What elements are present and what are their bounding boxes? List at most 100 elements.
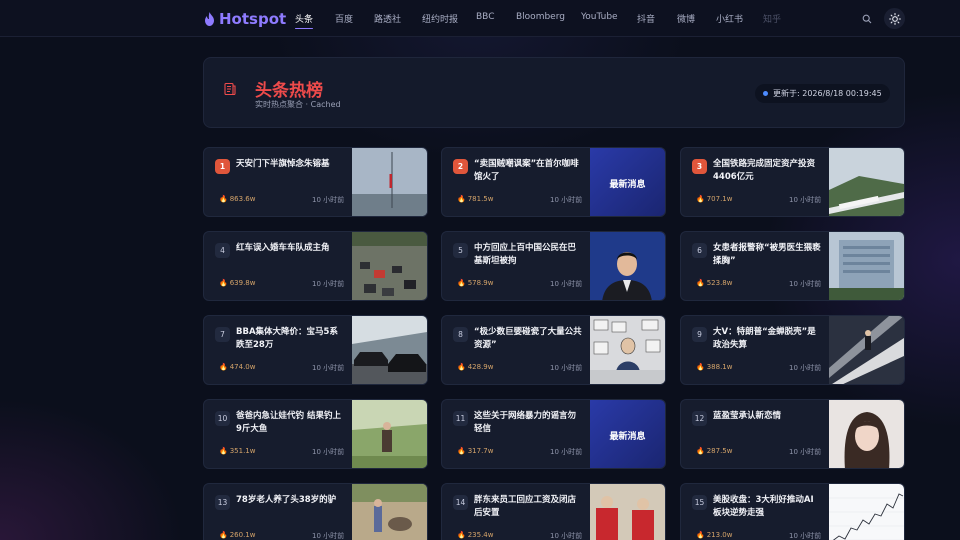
rank-badge: 1 <box>215 159 230 174</box>
desk-illustration <box>590 316 665 384</box>
heat-text: 428.9w <box>467 363 494 371</box>
news-card[interactable]: 13 78岁老人养了头38岁的驴 🔥 260.1w 10 小时前 <box>203 483 428 540</box>
news-card[interactable]: 11 这些关于网络暴力的谣言勿轻信 🔥 317.7w 10 小时前 最新消息 <box>441 399 666 469</box>
news-title[interactable]: 全国铁路完成固定资产投资4406亿元 <box>713 158 821 184</box>
news-title[interactable]: 大V：特朗普“金蝉脱壳”是政治失算 <box>713 326 821 352</box>
news-card[interactable]: 7 BBA集体大降价：宝马5系跌至28万 🔥 474.0w 10 小时前 <box>203 315 428 385</box>
tab-xiaohongshu[interactable]: 小红书 <box>716 12 743 25</box>
fishing-photo <box>352 400 427 468</box>
news-card[interactable]: 15 美股收盘：3大利好推动AI板块逆势走强 🔥 213.0w 10 小时前 <box>680 483 905 540</box>
news-title[interactable]: 美股收盘：3大利好推动AI板块逆势走强 <box>713 494 821 520</box>
news-title[interactable]: BBA集体大降价：宝马5系跌至28万 <box>236 326 344 352</box>
news-thumbnail[interactable] <box>352 148 427 216</box>
theme-toggle-button[interactable] <box>884 8 905 29</box>
news-card[interactable]: 9 大V：特朗普“金蝉脱壳”是政治失算 🔥 388.1w 10 小时前 <box>680 315 905 385</box>
news-card[interactable]: 8 “极少数巨婴碰瓷了大量公共资源” 🔥 428.9w 10 小时前 <box>441 315 666 385</box>
update-status-badge: 更新于: 2026/8/18 00:19:45 <box>755 84 890 103</box>
news-thumbnail[interactable] <box>590 232 665 300</box>
tab-youtube[interactable]: YouTube <box>581 12 618 22</box>
news-thumbnail[interactable] <box>352 484 427 540</box>
header-card: 头条热榜 实时热点聚合 · Cached 更新于: 2026/8/18 00:1… <box>203 57 905 128</box>
heat-text: 287.5w <box>706 447 733 455</box>
thumb-label: 最新消息 <box>609 179 646 190</box>
news-thumbnail[interactable] <box>829 316 904 384</box>
news-thumbnail[interactable] <box>829 232 904 300</box>
heat-text: 523.8w <box>706 279 733 287</box>
news-title[interactable]: 胖东来员工回应工资及闭店后安置 <box>474 494 582 520</box>
heat-value: 🔥 260.1w <box>219 531 255 539</box>
news-thumbnail[interactable] <box>352 400 427 468</box>
news-icon <box>224 82 236 96</box>
news-card[interactable]: 5 中方回应上百中国公民在巴基斯坦被拘 🔥 578.9w 10 小时前 <box>441 231 666 301</box>
news-title[interactable]: 蓝盈莹承认新恋情 <box>713 410 821 423</box>
fire-icon: 🔥 <box>457 279 466 287</box>
news-thumbnail[interactable] <box>352 316 427 384</box>
news-card[interactable]: 6 女患者报警称“被男医生猥亵揉胸” 🔥 523.8w 10 小时前 <box>680 231 905 301</box>
news-thumbnail[interactable] <box>352 232 427 300</box>
cars-photo <box>352 316 427 384</box>
time-ago: 10 小时前 <box>550 196 583 204</box>
tab-bbc[interactable]: BBC <box>476 12 494 22</box>
news-title[interactable]: “卖国贼嘲讽案”在首尔咖啡馆火了 <box>474 158 582 184</box>
heat-value: 🔥 474.0w <box>219 363 255 371</box>
time-ago: 10 小时前 <box>312 532 345 540</box>
tab-weibo[interactable]: 微博 <box>677 12 695 25</box>
stairs-photo <box>829 316 904 384</box>
news-title[interactable]: 这些关于网络暴力的谣言勿轻信 <box>474 410 582 436</box>
search-button[interactable] <box>856 8 877 29</box>
fire-icon: 🔥 <box>457 447 466 455</box>
news-card[interactable]: 12 蓝盈莹承认新恋情 🔥 287.5w 10 小时前 <box>680 399 905 469</box>
rank-badge: 3 <box>692 159 707 174</box>
logo[interactable]: Hotspot <box>204 9 286 29</box>
news-title[interactable]: 78岁老人养了头38岁的驴 <box>236 494 344 507</box>
tab-douyin[interactable]: 抖音 <box>637 12 655 25</box>
rank-badge: 14 <box>453 495 468 510</box>
donkey-photo <box>352 484 427 540</box>
thumb-label: 最新消息 <box>609 431 646 442</box>
time-ago: 10 小时前 <box>550 280 583 288</box>
news-title[interactable]: 天安门下半旗悼念朱镕基 <box>236 158 344 171</box>
rank-badge: 7 <box>215 327 230 342</box>
news-card[interactable]: 10 爸爸内急让娃代钓 结果钓上9斤大鱼 🔥 351.1w 10 小时前 <box>203 399 428 469</box>
tab-zhihu[interactable]: 知乎 <box>763 12 781 25</box>
news-card[interactable]: 1 天安门下半旗悼念朱镕基 🔥 863.6w 10 小时前 <box>203 147 428 217</box>
tab-baidu[interactable]: 百度 <box>335 12 353 25</box>
news-title[interactable]: 中方回应上百中国公民在巴基斯坦被拘 <box>474 242 582 268</box>
news-card[interactable]: 14 胖东来员工回应工资及闭店后安置 🔥 235.4w 10 小时前 <box>441 483 666 540</box>
time-ago: 10 小时前 <box>789 280 822 288</box>
news-thumbnail[interactable] <box>829 484 904 540</box>
heat-value: 🔥 781.5w <box>457 195 493 203</box>
time-ago: 10 小时前 <box>550 448 583 456</box>
news-thumbnail[interactable] <box>829 400 904 468</box>
sun-icon <box>888 12 901 25</box>
tab-bloomberg[interactable]: Bloomberg <box>516 12 565 22</box>
news-title[interactable]: 红车误入婚车车队成主角 <box>236 242 344 255</box>
tab-toutiao[interactable]: 头条 <box>295 12 314 29</box>
time-ago: 10 小时前 <box>550 532 583 540</box>
page-title: 头条热榜 <box>255 81 323 101</box>
news-card[interactable]: 3 全国铁路完成固定资产投资4406亿元 🔥 707.1w 10 小时前 <box>680 147 905 217</box>
fire-icon: 🔥 <box>219 447 228 455</box>
rank-badge: 13 <box>215 495 230 510</box>
news-card[interactable]: 4 红车误入婚车车队成主角 🔥 639.8w 10 小时前 <box>203 231 428 301</box>
news-card[interactable]: 2 “卖国贼嘲讽案”在首尔咖啡馆火了 🔥 781.5w 10 小时前 最新消息 <box>441 147 666 217</box>
tab-reuters[interactable]: 路透社 <box>374 12 401 25</box>
tab-nytimes[interactable]: 纽约时报 <box>422 12 458 25</box>
fire-icon: 🔥 <box>696 279 705 287</box>
news-title[interactable]: 女患者报警称“被男医生猥亵揉胸” <box>713 242 821 268</box>
heat-value: 🔥 287.5w <box>696 447 732 455</box>
search-icon <box>862 14 871 23</box>
news-title[interactable]: “极少数巨婴碰瓷了大量公共资源” <box>474 326 582 352</box>
news-title[interactable]: 爸爸内急让娃代钓 结果钓上9斤大鱼 <box>236 410 344 436</box>
heat-text: 235.4w <box>467 531 494 539</box>
news-thumbnail[interactable] <box>590 316 665 384</box>
time-ago: 10 小时前 <box>312 448 345 456</box>
page-subtitle: 实时热点聚合 · Cached <box>255 100 341 109</box>
heat-text: 639.8w <box>229 279 256 287</box>
news-thumbnail[interactable] <box>829 148 904 216</box>
news-thumbnail[interactable] <box>590 484 665 540</box>
time-ago: 10 小时前 <box>312 364 345 372</box>
fire-icon: 🔥 <box>457 531 466 539</box>
news-thumbnail[interactable]: 最新消息 <box>590 400 665 468</box>
news-thumbnail[interactable]: 最新消息 <box>590 148 665 216</box>
